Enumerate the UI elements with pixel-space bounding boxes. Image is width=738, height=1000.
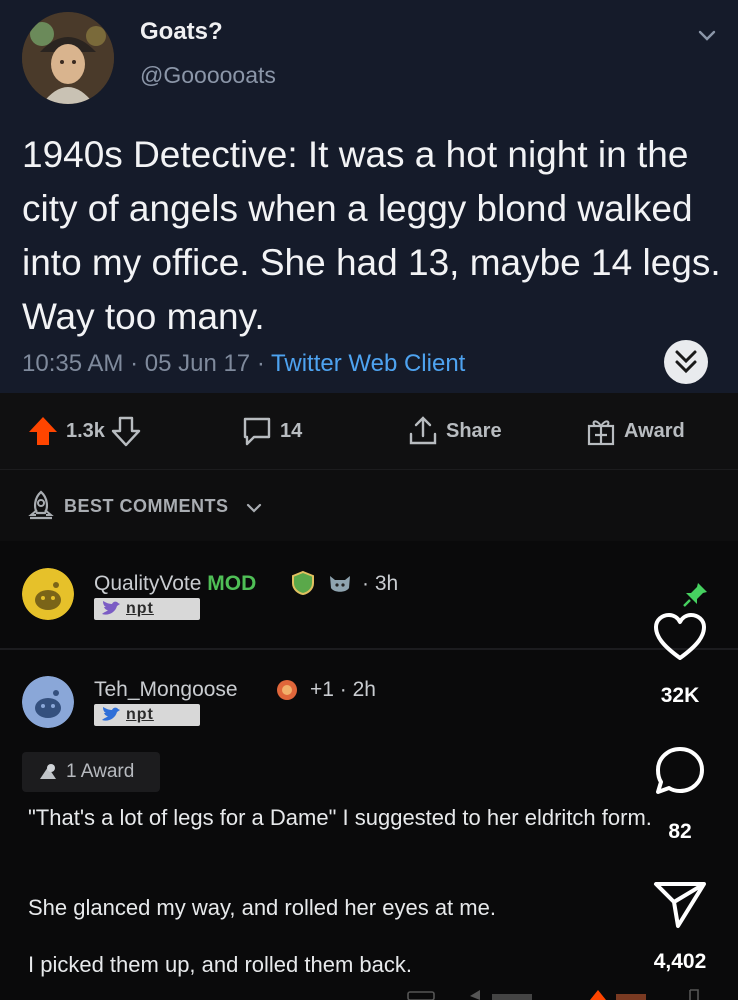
flair-text: npt	[126, 600, 154, 617]
mod-badge: MOD	[207, 572, 257, 595]
comment-icon	[243, 417, 271, 446]
award-badge[interactable]: 1 Award	[22, 752, 160, 792]
comment-age: · 3h	[362, 572, 399, 595]
flair-text: npt	[126, 706, 154, 723]
pin-icon	[683, 583, 707, 607]
silver-award-icon	[40, 764, 56, 779]
shares-count: 4,402	[653, 950, 707, 973]
tweet-client[interactable]: Twitter Web Client	[271, 350, 465, 377]
share-button[interactable]: Share	[406, 393, 508, 469]
gift-icon	[587, 420, 615, 446]
comment-paragraph: "That's a lot of legs for a Dame" I sugg…	[28, 805, 652, 830]
cat-award-icon	[330, 576, 350, 592]
tweet-display-name[interactable]: Goats?	[140, 18, 223, 46]
tweet-avatar[interactable]	[22, 12, 114, 104]
comments-count: 82	[668, 820, 692, 843]
send-icon[interactable]	[652, 878, 708, 930]
upvote-icon[interactable]	[26, 414, 60, 448]
comment-username[interactable]: QualityVote	[94, 572, 201, 595]
comment-bubble-icon[interactable]	[652, 744, 708, 800]
sort-label[interactable]: BEST COMMENTS	[64, 496, 229, 517]
chevron-down-icon[interactable]	[244, 498, 264, 518]
vote-group: 1.3k	[26, 393, 141, 469]
quality-vote-avatar[interactable]	[22, 568, 74, 620]
twitter-bird-icon	[102, 601, 120, 615]
comment-count: 14	[280, 419, 303, 442]
comment-paragraph: I picked them up, and rolled them back.	[28, 952, 412, 977]
comment-toolbar-partial	[407, 989, 699, 1000]
share-label: Share	[446, 419, 502, 442]
likes-count: 32K	[660, 684, 700, 707]
award-count: 1 Award	[66, 761, 135, 782]
comment-username[interactable]: Teh_Mongoose	[94, 678, 238, 702]
rocket-icon	[28, 490, 54, 520]
tweet-handle[interactable]: @Goooooats	[140, 62, 276, 89]
award-label: Award	[624, 419, 685, 442]
comments-button[interactable]: 14	[240, 393, 308, 469]
chevron-down-icon[interactable]	[694, 22, 720, 48]
helpful-award-icon	[277, 680, 297, 700]
tweet-text: 1940s Detective: It was a hot night in t…	[22, 134, 721, 337]
comment-author-line: QualityVote MOD	[94, 572, 256, 596]
comment-paragraph: She glanced my way, and rolled her eyes …	[28, 895, 496, 920]
comment-sort-bar[interactable]: BEST COMMENTS	[0, 469, 738, 541]
share-icon	[409, 416, 437, 445]
comment-divider	[0, 648, 738, 650]
teh-mongoose-avatar[interactable]	[22, 676, 74, 728]
tweet-meta: 10:35 AM · 05 Jun 17 · Twitter Web Clien…	[22, 350, 465, 378]
twitter-bird-icon	[102, 707, 120, 721]
award-button[interactable]: Award	[584, 393, 691, 469]
tweet-card: Goats? @Goooooats 1940s Detective: It wa…	[0, 0, 738, 393]
downvote-icon[interactable]	[111, 414, 141, 448]
expand-icon[interactable]	[664, 340, 708, 384]
vote-count: 1.3k	[66, 419, 105, 442]
heart-icon[interactable]	[652, 612, 708, 662]
user-flair: npt	[94, 704, 200, 726]
user-flair: npt	[94, 598, 200, 620]
tweet-timestamp: 10:35 AM · 05 Jun 17 ·	[22, 350, 272, 377]
comment-score-age: +1 · 2h	[310, 678, 376, 701]
shield-icon	[292, 570, 314, 596]
post-action-bar: 1.3k 14 Share Award	[0, 393, 738, 469]
